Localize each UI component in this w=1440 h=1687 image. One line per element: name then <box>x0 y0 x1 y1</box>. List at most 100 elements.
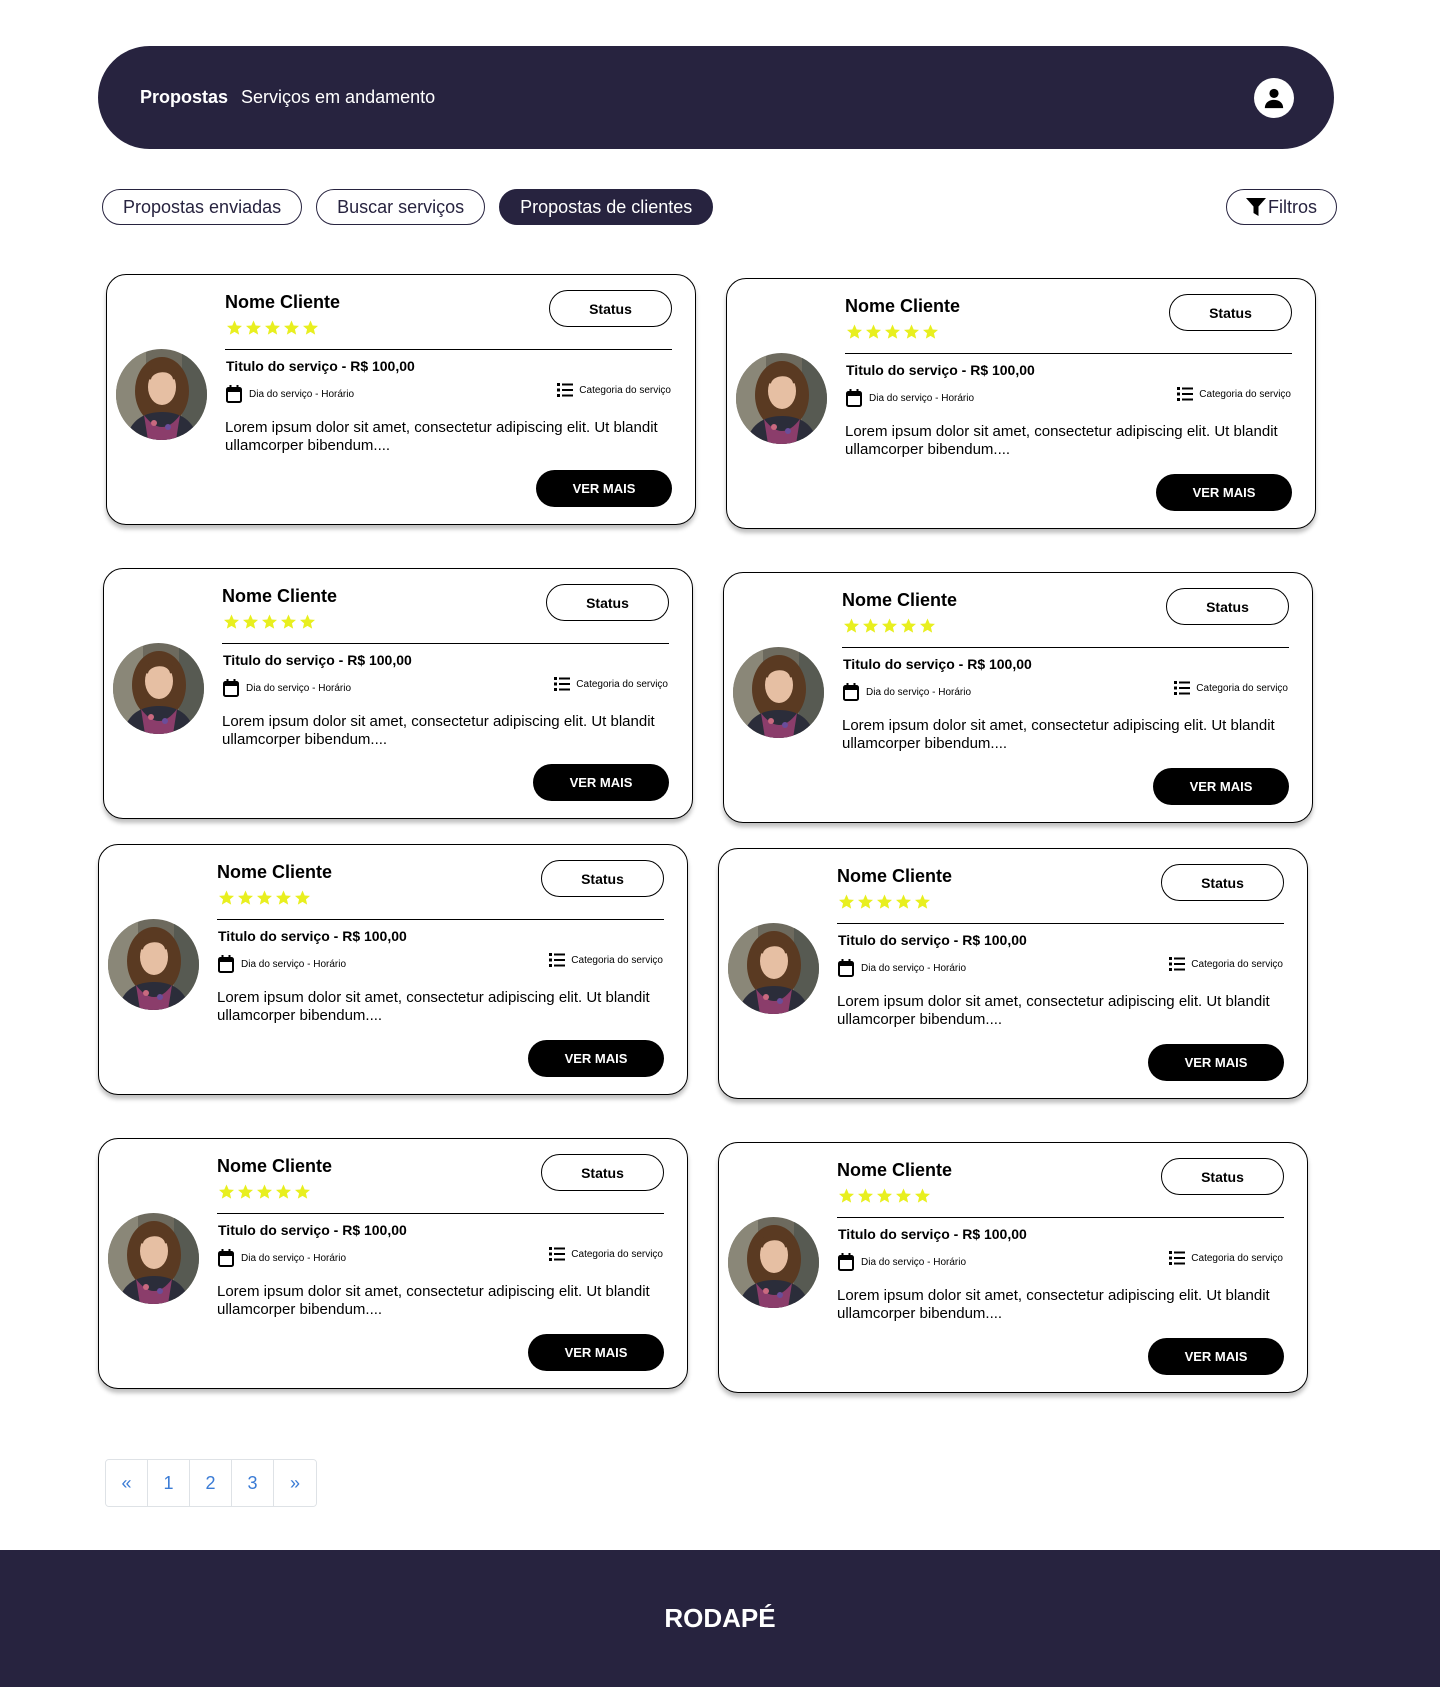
star-icon <box>915 1188 930 1203</box>
service-date: Dia do serviço - Horário <box>226 385 354 403</box>
list-icon <box>549 953 566 967</box>
ver-mais-button[interactable]: VER MAIS <box>536 470 672 507</box>
pagination-prev[interactable]: « <box>106 1460 148 1506</box>
client-name: Nome Cliente <box>222 586 338 606</box>
status-button[interactable]: Status <box>1169 294 1292 331</box>
calendar-icon <box>838 1253 854 1271</box>
service-date: Dia do serviço - Horário <box>843 683 971 701</box>
proposal-card: Nome Cliente Status Titulo do serviço - R$… <box>718 1142 1308 1393</box>
client-name: Nome Cliente <box>845 296 961 316</box>
status-button[interactable]: Status <box>1161 864 1284 901</box>
star-icon <box>257 890 272 905</box>
service-date: Dia do serviço - Horário <box>846 389 974 407</box>
service-category-text: Categoria do serviço <box>1191 1252 1283 1264</box>
service-date-text: Dia do serviço - Horário <box>241 1252 347 1264</box>
card-divider <box>845 353 1292 354</box>
tab-propostas-enviadas[interactable]: Propostas enviadas <box>102 189 303 225</box>
list-icon <box>1177 387 1194 401</box>
service-date-text: Dia do serviço - Horário <box>246 682 352 694</box>
service-title: Titulo do serviço - R$ 100,00 <box>843 656 1032 672</box>
rating-stars <box>837 893 932 911</box>
service-description: Lorem ipsum dolor sit amet, consectetur … <box>225 419 658 454</box>
card-divider <box>837 1217 1284 1218</box>
service-date: Dia do serviço - Horário <box>838 1253 966 1271</box>
service-title: Titulo do serviço - R$ 100,00 <box>218 1222 407 1238</box>
user-profile-button[interactable] <box>1254 78 1294 118</box>
service-date-text: Dia do serviço - Horário <box>241 958 347 970</box>
client-photo-image <box>736 353 827 444</box>
pagination-page-3[interactable]: 3 <box>232 1460 274 1506</box>
calendar-icon <box>226 385 242 403</box>
service-title: Titulo do serviço - R$ 100,00 <box>226 358 415 374</box>
star-icon <box>262 614 277 629</box>
page-subtitle[interactable]: Serviços em andamento <box>241 87 435 108</box>
client-avatar <box>116 349 207 440</box>
ver-mais-button[interactable]: VER MAIS <box>533 764 669 801</box>
pagination-page-2[interactable]: 2 <box>190 1460 232 1506</box>
star-icon <box>858 894 873 909</box>
service-date: Dia do serviço - Horário <box>838 959 966 977</box>
service-category-text: Categoria do serviço <box>579 384 671 396</box>
tab-propostas-de-clientes[interactable]: Propostas de clientes <box>499 189 714 225</box>
top-nav-bar: Propostas Serviços em andamento <box>98 46 1334 149</box>
ver-mais-button[interactable]: VER MAIS <box>1148 1338 1284 1375</box>
client-avatar <box>728 923 819 1014</box>
client-name: Nome Cliente <box>217 1156 333 1176</box>
star-icon <box>915 894 930 909</box>
client-name: Nome Cliente <box>217 862 333 882</box>
client-avatar <box>108 1213 199 1304</box>
proposal-card: Nome Cliente Status Titulo do serviço - R$… <box>98 844 688 1095</box>
ver-mais-button[interactable]: VER MAIS <box>1156 474 1292 511</box>
service-description: Lorem ipsum dolor sit amet, consectetur … <box>217 989 650 1024</box>
star-icon <box>257 1184 272 1199</box>
card-divider <box>217 1213 664 1214</box>
service-date-text: Dia do serviço - Horário <box>861 1256 967 1268</box>
status-button[interactable]: Status <box>546 584 669 621</box>
service-title: Titulo do serviço - R$ 100,00 <box>838 932 1027 948</box>
service-date: Dia do serviço - Horário <box>218 1249 346 1267</box>
ver-mais-button[interactable]: VER MAIS <box>528 1040 664 1077</box>
service-date-text: Dia do serviço - Horário <box>249 388 355 400</box>
proposal-card: Nome Cliente Status Titulo do serviço - R$… <box>726 278 1316 529</box>
client-photo-image <box>108 919 199 1010</box>
calendar-icon <box>838 959 854 977</box>
client-photo-image <box>728 923 819 1014</box>
service-category: Categoria do serviço <box>557 382 671 398</box>
status-button[interactable]: Status <box>549 290 672 327</box>
star-icon <box>839 1188 854 1203</box>
filter-icon <box>1246 198 1266 216</box>
pagination-page-1[interactable]: 1 <box>148 1460 190 1506</box>
client-name: Nome Cliente <box>837 866 953 886</box>
user-icon <box>1264 88 1284 109</box>
star-icon <box>904 324 919 339</box>
status-button[interactable]: Status <box>541 860 664 897</box>
calendar-icon <box>218 955 234 973</box>
ver-mais-button[interactable]: VER MAIS <box>1153 768 1289 805</box>
service-date-text: Dia do serviço - Horário <box>866 686 972 698</box>
service-category: Categoria do serviço <box>1177 386 1291 402</box>
star-icon <box>882 618 897 633</box>
ver-mais-button[interactable]: VER MAIS <box>1148 1044 1284 1081</box>
status-button[interactable]: Status <box>1166 588 1289 625</box>
service-description: Lorem ipsum dolor sit amet, consectetur … <box>842 717 1275 752</box>
page-title[interactable]: Propostas <box>140 87 228 108</box>
pagination-next[interactable]: » <box>274 1460 316 1506</box>
star-icon <box>901 618 916 633</box>
filter-label: Filtros <box>1268 196 1317 217</box>
service-category-text: Categoria do serviço <box>1196 682 1288 694</box>
status-button[interactable]: Status <box>541 1154 664 1191</box>
tab-buscar-servicos[interactable]: Buscar serviços <box>316 189 486 225</box>
ver-mais-button[interactable]: VER MAIS <box>528 1334 664 1371</box>
service-date-text: Dia do serviço - Horário <box>869 392 975 404</box>
service-description: Lorem ipsum dolor sit amet, consectetur … <box>837 1287 1270 1322</box>
service-title: Titulo do serviço - R$ 100,00 <box>846 362 1035 378</box>
filter-button[interactable]: Filtros <box>1226 189 1337 225</box>
star-icon <box>295 1184 310 1199</box>
service-category-text: Categoria do serviço <box>1199 388 1291 400</box>
status-button[interactable]: Status <box>1161 1158 1284 1195</box>
list-icon <box>549 1247 566 1261</box>
star-icon <box>276 1184 291 1199</box>
footer: RODAPÉ <box>0 1550 1440 1687</box>
service-category-text: Categoria do serviço <box>571 954 663 966</box>
star-icon <box>885 324 900 339</box>
